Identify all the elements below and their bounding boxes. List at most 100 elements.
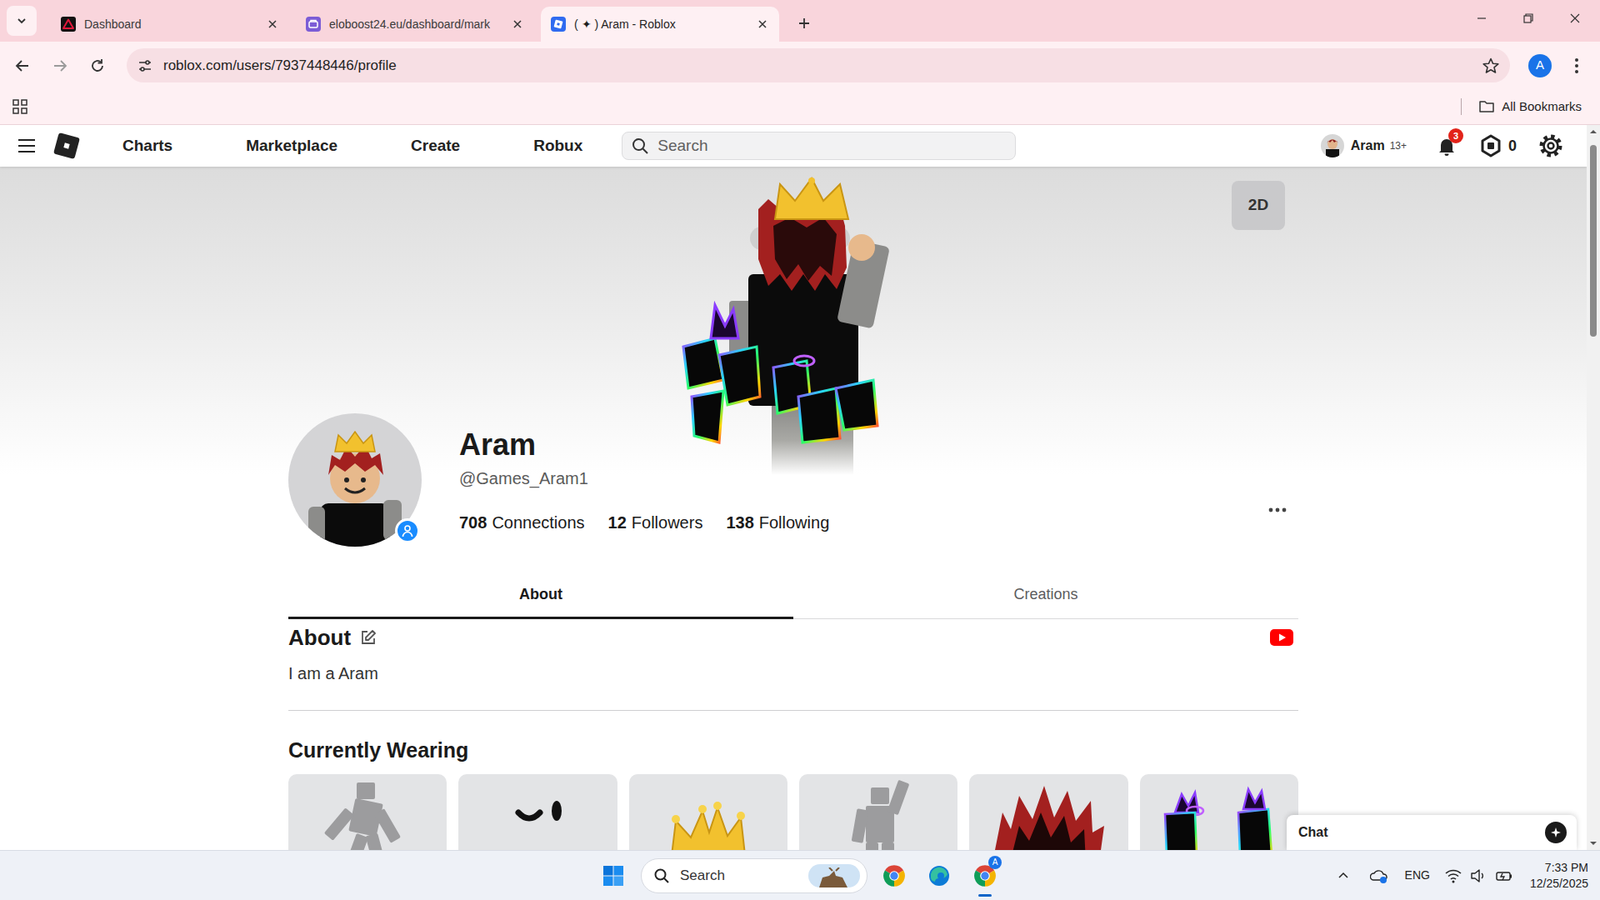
new-chat-button[interactable] xyxy=(1545,821,1567,844)
wings-item-icon xyxy=(1156,779,1282,850)
close-tab-icon[interactable] xyxy=(267,19,278,30)
wearing-item[interactable] xyxy=(1140,774,1299,850)
profile-stat[interactable]: 138Following xyxy=(725,510,830,535)
about-heading: About xyxy=(288,624,351,651)
nav-link[interactable]: Charts xyxy=(122,134,173,159)
battery-icon[interactable] xyxy=(1495,868,1514,884)
youtube-icon[interactable] xyxy=(1270,629,1294,646)
wearing-item[interactable] xyxy=(458,774,617,850)
scrollbar[interactable] xyxy=(1586,125,1600,850)
nav-link[interactable]: Marketplace xyxy=(245,134,338,159)
face-item-icon xyxy=(483,779,592,850)
online-badge xyxy=(395,518,420,544)
age-label: 13+ xyxy=(1390,138,1407,154)
search-input[interactable] xyxy=(657,134,1007,159)
search-highlight-picture xyxy=(808,864,860,888)
hair-item-icon xyxy=(985,779,1111,850)
notification-badge: 3 xyxy=(1448,128,1464,144)
user-avatar[interactable] xyxy=(1320,134,1345,158)
robux-button[interactable]: 0 xyxy=(1480,134,1517,158)
reload-button[interactable] xyxy=(83,51,112,80)
close-tab-icon[interactable] xyxy=(512,19,523,30)
user-name[interactable]: Aram xyxy=(1350,135,1385,156)
edge-taskbar-button[interactable] xyxy=(922,859,956,893)
apps-button[interactable] xyxy=(11,98,29,115)
about-section: About xyxy=(288,624,1299,651)
minimize-button[interactable] xyxy=(1458,0,1505,37)
avatar-hero: 2D xyxy=(0,166,1587,475)
profile-button[interactable]: A xyxy=(1528,54,1552,78)
nav-link[interactable]: Create xyxy=(410,134,460,159)
browser-tab[interactable]: eloboost24.eu/dashboard/mark xyxy=(295,6,535,42)
taskbar-search[interactable]: Search xyxy=(640,858,868,894)
notifications-button[interactable]: 3 xyxy=(1435,134,1459,158)
volume-icon[interactable] xyxy=(1470,868,1487,884)
close-tab-button[interactable] xyxy=(265,17,280,31)
scroll-up-icon[interactable] xyxy=(1586,125,1600,139)
apps-grid-icon xyxy=(11,98,29,115)
wearing-item[interactable] xyxy=(799,774,958,850)
view-toggle-button[interactable]: 2D xyxy=(1231,180,1285,230)
bookmark-star-button[interactable] xyxy=(1481,56,1500,75)
wifi-icon[interactable] xyxy=(1445,868,1462,884)
forward-arrow-icon xyxy=(51,57,69,75)
toolbar: roblox.com/users/7937448446/profile A xyxy=(0,41,1600,90)
more-options-button[interactable] xyxy=(1267,505,1288,515)
forward-button[interactable] xyxy=(45,51,75,80)
search-box[interactable] xyxy=(621,131,1016,160)
settings-button[interactable] xyxy=(1538,133,1564,159)
profile-stat[interactable]: 12Followers xyxy=(608,510,704,535)
reload-icon xyxy=(89,57,106,75)
profile-stat[interactable]: 708Connections xyxy=(459,510,585,535)
chrome-profile-taskbar-button[interactable]: A xyxy=(968,854,1002,898)
store-favicon-icon xyxy=(305,16,321,32)
close-window-button[interactable] xyxy=(1551,0,1599,37)
close-tab-button[interactable] xyxy=(510,17,525,31)
avatar-3d-figure[interactable] xyxy=(681,175,890,476)
site-info-button[interactable] xyxy=(133,54,157,78)
scroll-down-icon[interactable] xyxy=(1586,836,1600,850)
chevron-up-icon[interactable] xyxy=(1336,869,1350,883)
profile-avatar[interactable] xyxy=(288,413,422,547)
url-text[interactable]: roblox.com/users/7937448446/profile xyxy=(163,55,397,77)
roblox-logo[interactable] xyxy=(51,130,82,161)
menu-button[interactable] xyxy=(1564,53,1590,79)
wearing-list xyxy=(288,774,1299,850)
address-bar[interactable]: roblox.com/users/7937448446/profile xyxy=(126,48,1510,83)
start-button[interactable] xyxy=(596,859,630,893)
wearing-item[interactable] xyxy=(629,774,788,850)
back-arrow-icon xyxy=(14,57,31,75)
close-tab-icon[interactable] xyxy=(757,19,768,30)
bookmarks-bar: All Bookmarks xyxy=(0,89,1600,125)
wearing-item[interactable] xyxy=(288,774,447,850)
tab-favicon xyxy=(305,16,321,32)
close-tab-button[interactable] xyxy=(755,17,770,31)
language-indicator[interactable]: ENG xyxy=(1405,866,1430,885)
hamburger-icon xyxy=(16,137,37,155)
tune-icon xyxy=(137,58,153,74)
edit-icon[interactable] xyxy=(359,628,378,647)
tab-search-button[interactable] xyxy=(6,5,37,36)
back-button[interactable] xyxy=(8,51,37,80)
scroll-thumb[interactable] xyxy=(1590,145,1597,337)
roblox-header: ChartsMarketplaceCreateRobux Aram 13+ 3 … xyxy=(0,125,1587,167)
chat-widget[interactable]: Chat xyxy=(1286,815,1577,850)
wearing-item[interactable] xyxy=(969,774,1128,850)
menu-button[interactable] xyxy=(15,135,38,157)
chrome-taskbar-button[interactable] xyxy=(877,859,911,893)
profile-tab[interactable]: About xyxy=(288,571,794,620)
person-icon xyxy=(400,524,415,538)
restore-button[interactable] xyxy=(1505,0,1552,37)
username: @Games_Aram1 xyxy=(459,466,830,490)
nav-link[interactable]: Robux xyxy=(533,134,583,159)
tab-list: Dashboardeloboost24.eu/dashboard/mark( ✦… xyxy=(50,6,780,42)
folder-icon xyxy=(1478,99,1495,115)
browser-tab[interactable]: ( ✦ ) Aram - Roblox xyxy=(540,6,780,42)
profile-tabs: AboutCreations xyxy=(288,571,1299,620)
browser-tab[interactable]: Dashboard xyxy=(50,6,290,42)
new-tab-button[interactable] xyxy=(789,8,820,39)
profile-tab[interactable]: Creations xyxy=(793,571,1299,620)
clock[interactable]: 7:33 PM 12/25/2025 xyxy=(1530,860,1589,892)
onedrive-icon[interactable] xyxy=(1370,867,1389,885)
all-bookmarks-button[interactable]: All Bookmarks xyxy=(1478,97,1582,117)
